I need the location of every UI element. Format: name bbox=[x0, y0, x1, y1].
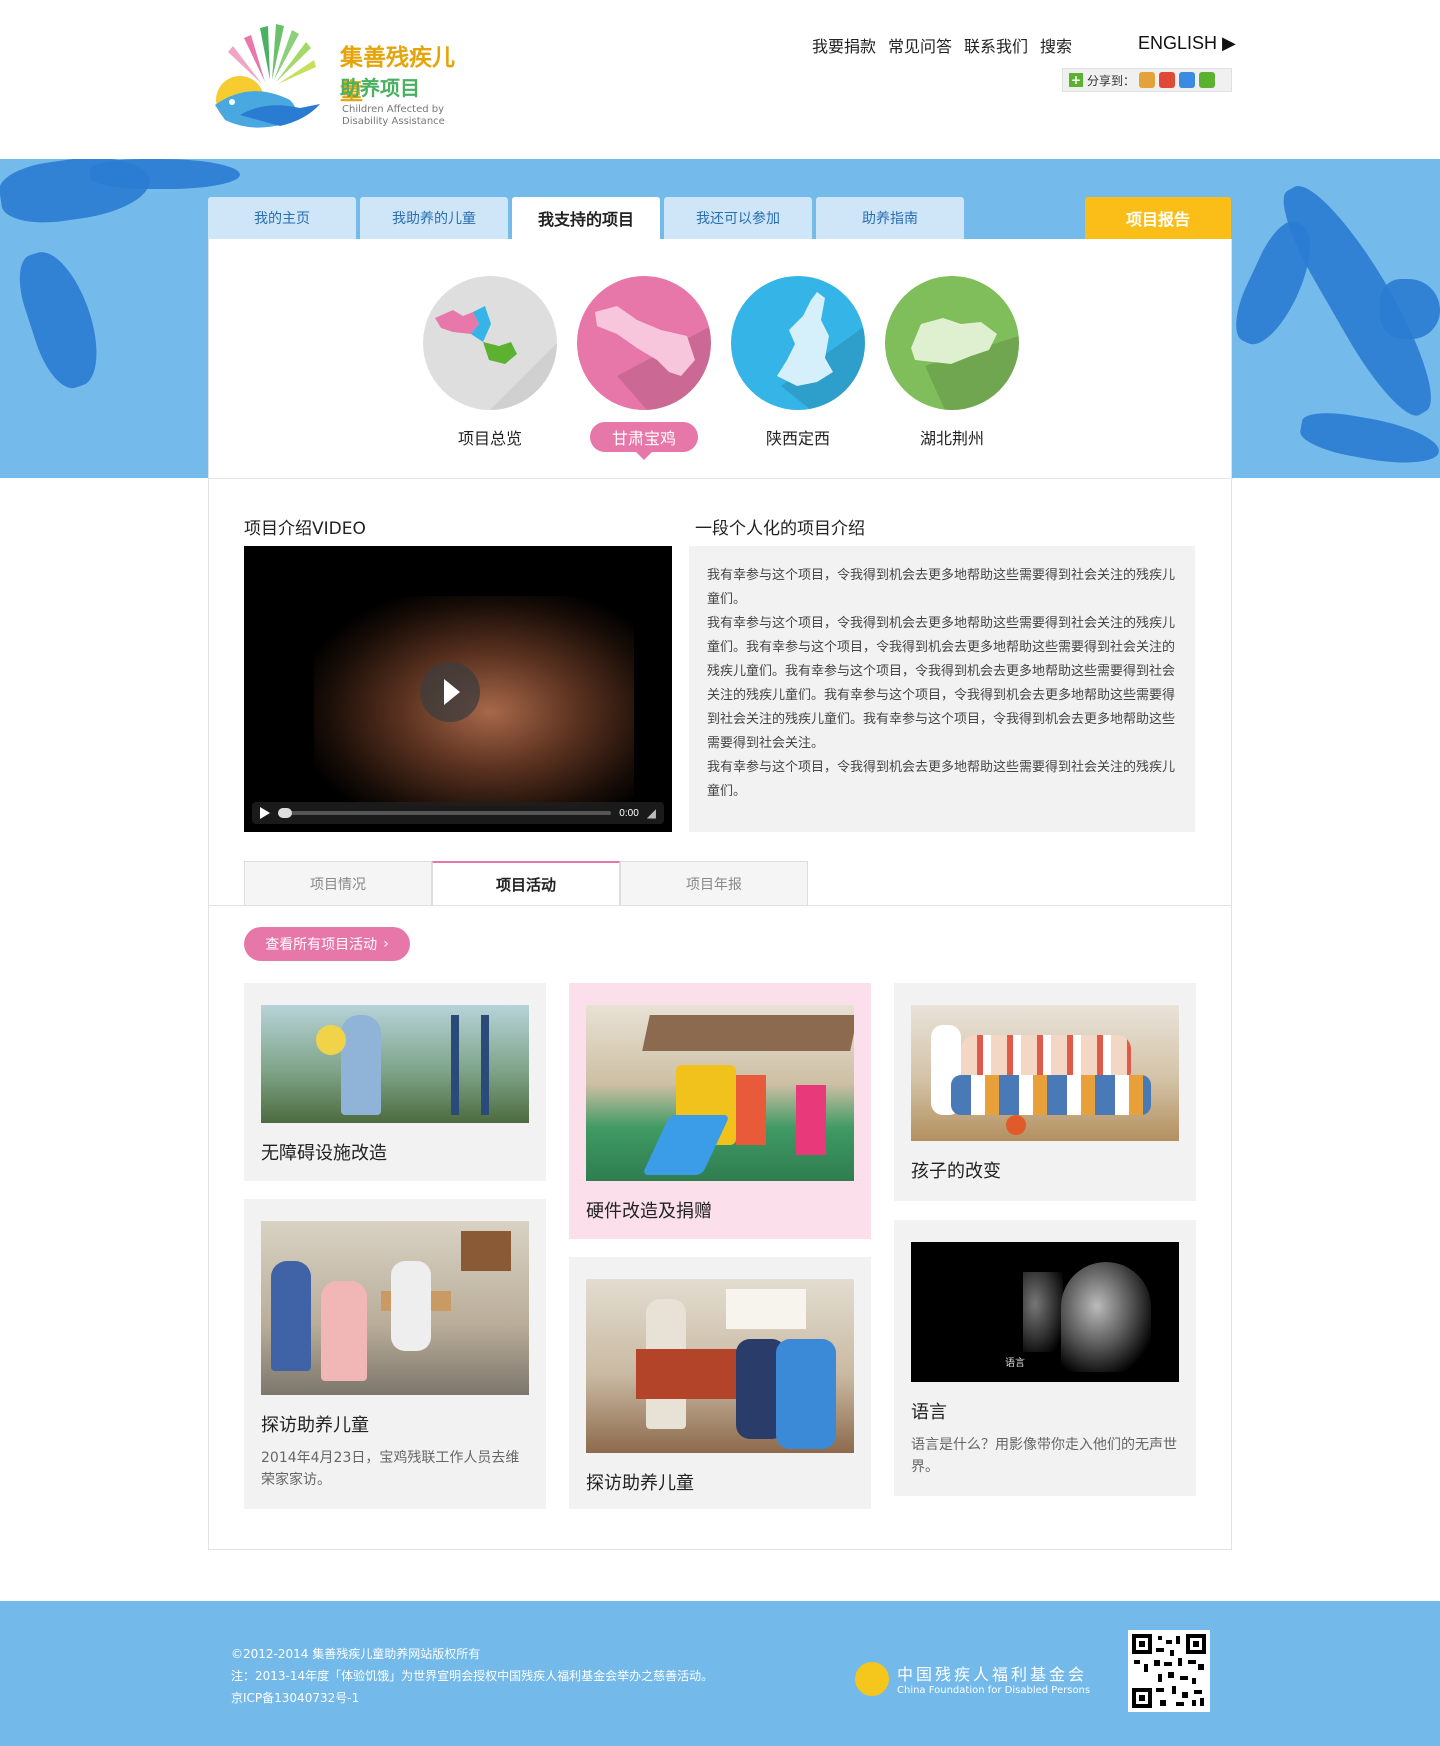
activity-card-4[interactable]: 探访助养儿童 2014年4月23日，宝鸡残联工作人员去维荣家家访。 bbox=[244, 1199, 546, 1509]
activity-photo bbox=[586, 1279, 854, 1453]
shaanxi-map-icon bbox=[731, 276, 865, 410]
copyright-text: ©2012-2014 集善残疾儿童助养网站版权所有 bbox=[231, 1647, 481, 1661]
foundation-name-cn: 中国残疾人福利基金会 bbox=[897, 1665, 1088, 1684]
hubei-map-icon bbox=[885, 276, 1019, 410]
play-control-icon[interactable] bbox=[260, 807, 270, 819]
activity-photo bbox=[586, 1005, 854, 1181]
volume-icon[interactable]: ◢ bbox=[647, 806, 656, 820]
video-progress-bar[interactable] bbox=[278, 808, 612, 818]
region-label-gansu: 甘肃宝鸡 bbox=[589, 422, 698, 460]
triangle-right-icon: ▶ bbox=[1222, 33, 1236, 53]
region-hubei[interactable]: 湖北荆州 bbox=[885, 276, 1019, 452]
activity-card-3[interactable]: 孩子的改变 bbox=[894, 983, 1196, 1201]
intro-paragraph: 我有幸参与这个项目，令我得到机会去更多地帮助这些需要得到社会关注的残疾儿童们。我… bbox=[707, 616, 1176, 751]
region-gansu[interactable]: 甘肃宝鸡 bbox=[577, 276, 711, 460]
photo-caption: 语言 bbox=[1005, 1358, 1025, 1369]
tab-my-children[interactable]: 我助养的儿童 bbox=[360, 197, 508, 239]
activity-card-5[interactable]: 探访助养儿童 bbox=[569, 1257, 871, 1509]
plus-icon[interactable]: + bbox=[1069, 73, 1083, 87]
foundation-seal-icon bbox=[855, 1661, 889, 1696]
tab-can-join[interactable]: 我还可以参加 bbox=[664, 197, 812, 239]
video-section-title: 项目介绍VIDEO bbox=[244, 519, 366, 539]
weibo-share-icon[interactable] bbox=[1159, 72, 1176, 88]
share-bar: + 分享到： bbox=[1062, 68, 1232, 92]
header: 集善残疾儿童 助养项目 Children Affected by Disabil… bbox=[0, 0, 1440, 159]
chevron-right-icon: › bbox=[383, 936, 389, 952]
intro-paragraph: 我有幸参与这个项目，令我得到机会去更多地帮助这些需要得到社会关注的残疾儿童们。 bbox=[707, 760, 1176, 799]
top-nav: 我要捐款 常见问答 联系我们 搜索 bbox=[812, 33, 1072, 57]
logo-title-line2: 助养项目 bbox=[340, 76, 420, 100]
logo-english-text: Children Affected by Disability Assistan… bbox=[342, 104, 445, 127]
progress-knob[interactable] bbox=[278, 808, 292, 818]
activity-photo: 语言 bbox=[911, 1242, 1179, 1382]
tencent-share-icon[interactable] bbox=[1179, 72, 1196, 88]
video-player[interactable]: 0:00 ◢ bbox=[244, 546, 672, 832]
foundation-logo[interactable]: 中国残疾人福利基金会 China Foundation for Disabled… bbox=[855, 1661, 1090, 1696]
nav-search[interactable]: 搜索 bbox=[1040, 33, 1072, 57]
activity-card-1[interactable]: 无障碍设施改造 bbox=[244, 983, 546, 1181]
icp-number: 京ICP备13040732号-1 bbox=[231, 1691, 360, 1705]
activity-description: 2014年4月23日，宝鸡残联工作人员去维荣家家访。 bbox=[261, 1450, 520, 1488]
region-label-shaanxi: 陕西定西 bbox=[765, 429, 830, 448]
activity-photo bbox=[261, 1221, 529, 1395]
tab-my-projects[interactable]: 我支持的项目 bbox=[512, 197, 660, 239]
activity-title: 硬件改造及捐赠 bbox=[586, 1201, 712, 1222]
video-time: 0:00 bbox=[619, 807, 639, 819]
footer-note: 注：2013-14年度「体验饥饿」为世界宣明会授权中国残疾人福利基金会举办之慈善… bbox=[231, 1669, 714, 1683]
activity-card-6[interactable]: 语言 语言 语言是什么？用影像带你走入他们的无声世界。 bbox=[894, 1220, 1196, 1496]
nav-donate[interactable]: 我要捐款 bbox=[812, 33, 876, 57]
china-map-icon bbox=[423, 276, 557, 410]
play-button-icon[interactable] bbox=[420, 662, 480, 722]
logo-bird-icon bbox=[215, 24, 320, 128]
share-label: 分享到： bbox=[1087, 73, 1136, 88]
intro-section-title: 一段个人化的项目介绍 bbox=[695, 519, 865, 539]
nav-contact[interactable]: 联系我们 bbox=[964, 33, 1028, 57]
main-tabs: 我的主页 我助养的儿童 我支持的项目 我还可以参加 助养指南 bbox=[208, 197, 964, 239]
view-all-activities-button[interactable]: 查看所有项目活动 › bbox=[244, 927, 410, 961]
activity-title: 探访助养儿童 bbox=[586, 1473, 694, 1494]
english-label: ENGLISH bbox=[1138, 33, 1218, 53]
activity-photo bbox=[911, 1005, 1179, 1141]
gansu-map-icon bbox=[577, 276, 711, 410]
footer-text: ©2012-2014 集善残疾儿童助养网站版权所有 注：2013-14年度「体验… bbox=[231, 1643, 713, 1709]
qzone-share-icon[interactable] bbox=[1139, 72, 1156, 88]
divider bbox=[209, 905, 1231, 906]
intro-paragraph: 我有幸参与这个项目，令我得到机会去更多地帮助这些需要得到社会关注的残疾儿童们。 bbox=[707, 568, 1176, 607]
site-logo[interactable]: 集善残疾儿童 助养项目 Children Affected by Disabil… bbox=[210, 20, 460, 140]
tab-my-home[interactable]: 我的主页 bbox=[208, 197, 356, 239]
activity-card-2[interactable]: 硬件改造及捐赠 bbox=[569, 983, 871, 1239]
activity-description: 语言是什么？用影像带你走入他们的无声世界。 bbox=[911, 1437, 1177, 1475]
activity-title: 孩子的改变 bbox=[911, 1161, 1001, 1182]
intro-text-box: 我有幸参与这个项目，令我得到机会去更多地帮助这些需要得到社会关注的残疾儿童们。 … bbox=[689, 546, 1195, 832]
region-overview[interactable]: 项目总览 bbox=[423, 276, 557, 452]
qr-code-icon bbox=[1128, 1630, 1210, 1712]
region-shaanxi[interactable]: 陕西定西 bbox=[731, 276, 865, 452]
project-subtabs: 项目情况 项目活动 项目年报 bbox=[244, 861, 808, 905]
view-all-label: 查看所有项目活动 bbox=[265, 937, 378, 953]
english-link[interactable]: ENGLISH ▶ bbox=[1138, 33, 1236, 54]
main-panel: 项目总览 甘肃宝鸡 陕西定西 湖北荆州 项目介绍VIDEO 一段个人化的项目介绍… bbox=[208, 239, 1233, 1550]
footer: ©2012-2014 集善残疾儿童助养网站版权所有 注：2013-14年度「体验… bbox=[0, 1601, 1440, 1746]
region-label-overview: 项目总览 bbox=[457, 429, 522, 448]
subtab-activities[interactable]: 项目活动 bbox=[432, 861, 620, 905]
region-selector: 项目总览 甘肃宝鸡 陕西定西 湖北荆州 bbox=[209, 239, 1233, 479]
region-label-hubei: 湖北荆州 bbox=[919, 429, 984, 448]
foundation-name-en: China Foundation for Disabled Persons bbox=[897, 1685, 1091, 1696]
activity-title: 探访助养儿童 bbox=[261, 1415, 369, 1436]
subtab-annual-report[interactable]: 项目年报 bbox=[620, 861, 808, 905]
subtab-status[interactable]: 项目情况 bbox=[244, 861, 432, 905]
nav-faq[interactable]: 常见问答 bbox=[888, 33, 952, 57]
video-controls: 0:00 ◢ bbox=[252, 802, 664, 824]
activity-photo bbox=[261, 1005, 529, 1123]
activity-title: 语言 bbox=[911, 1402, 947, 1423]
tab-guide[interactable]: 助养指南 bbox=[816, 197, 964, 239]
activity-title: 无障碍设施改造 bbox=[261, 1143, 387, 1164]
wechat-share-icon[interactable] bbox=[1199, 72, 1216, 88]
project-report-button[interactable]: 项目报告 bbox=[1085, 197, 1231, 239]
